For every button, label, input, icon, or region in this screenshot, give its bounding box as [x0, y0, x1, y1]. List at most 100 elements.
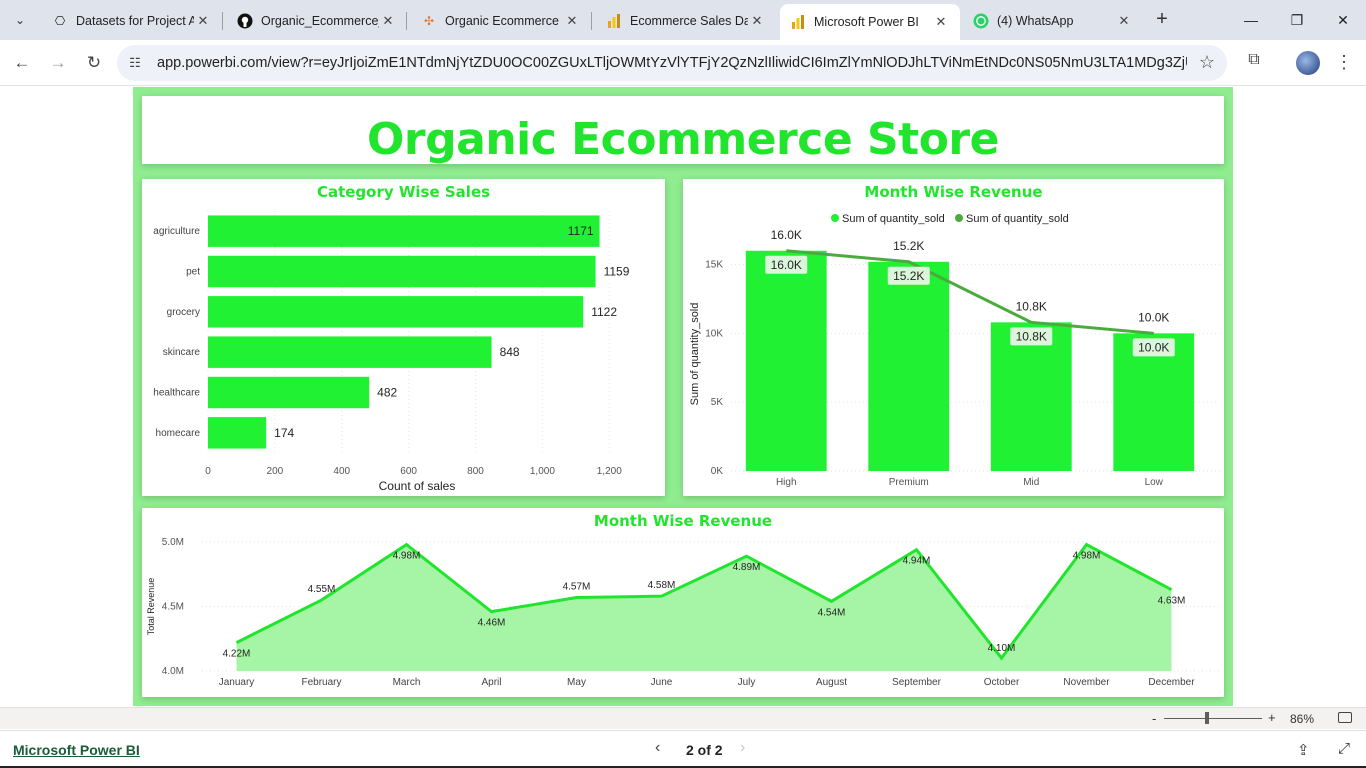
zoom-slider-thumb[interactable]: [1205, 712, 1209, 724]
github-icon: [237, 13, 253, 29]
data-label: 482: [377, 386, 397, 400]
x-tick-label: May: [567, 677, 586, 688]
profile-avatar[interactable]: [1296, 51, 1320, 75]
report-status-bar: - + 86%: [0, 707, 1366, 729]
tab-whatsapp[interactable]: (4) WhatsApp ✕: [963, 6, 1143, 36]
tab-search-button[interactable]: ⌄: [8, 8, 32, 32]
y-tick-label: 5.0M: [162, 537, 184, 548]
close-icon[interactable]: ✕: [1115, 13, 1133, 29]
bookmark-star-icon[interactable]: ☆: [1199, 52, 1215, 73]
tab-label: (4) WhatsApp: [997, 14, 1074, 28]
column: [745, 250, 827, 471]
site-settings-icon[interactable]: ☷: [125, 53, 145, 73]
page-indicator: 2 of 2: [686, 742, 723, 758]
fit-to-page-icon[interactable]: [1338, 712, 1352, 723]
previous-page-button[interactable]: ‹: [655, 739, 660, 757]
data-label: 4.55M: [308, 584, 336, 595]
tab-github[interactable]: Organic_Ecommerce_ ✕: [227, 6, 407, 36]
category-sales-visual[interactable]: Category Wise Sales 0 200 400 600 800 1,000 1,…: [142, 179, 665, 496]
line-data-label: 16.0K: [771, 228, 802, 242]
tableau-icon: ✣: [423, 14, 435, 28]
legend-marker: [831, 214, 839, 222]
report-viewport: Organic Ecommerce Store Category Wise Sa…: [0, 87, 1366, 707]
tab-label: Organic Ecommerce S: [445, 14, 563, 28]
column-data-label: 16.0K: [771, 258, 802, 272]
category-bar-chart[interactable]: 0 200 400 600 800 1,000 1,200 agriculture 1171 pe…: [142, 179, 665, 496]
menu-icon[interactable]: ⋮: [1334, 50, 1354, 74]
x-tick-label: 200: [267, 466, 284, 477]
data-label: 1159: [604, 265, 630, 279]
report-footer: Microsoft Power BI ‹ 2 of 2 › ⇪ ⤢: [0, 730, 1366, 768]
x-tick-label: 600: [400, 466, 417, 477]
quantity-column-chart[interactable]: Sum of quantity_sold Sum of quantity_sold…: [683, 179, 1224, 496]
tab-strip: ⌄ ⎔ Datasets for Project A ✕ Organic_Eco…: [0, 0, 1366, 40]
column-data-label: 15.2K: [893, 269, 924, 283]
x-tick-label: January: [219, 677, 255, 688]
back-button[interactable]: ←: [10, 51, 34, 75]
x-tick-label: November: [1063, 677, 1110, 688]
browser-toolbar: ← → ↻ ☷ app.powerbi.com/view?r=eyJrIjoiZ…: [0, 40, 1366, 86]
legend-label: Sum of quantity_sold: [966, 213, 1069, 225]
column-data-label: 10.0K: [1138, 340, 1169, 354]
close-icon[interactable]: ✕: [932, 14, 950, 30]
series-line: [786, 249, 1154, 335]
minimize-button[interactable]: —: [1236, 8, 1266, 32]
restore-button[interactable]: ❐: [1282, 8, 1312, 32]
next-page-button[interactable]: ›: [740, 739, 745, 757]
x-tick-label: Premium: [889, 477, 929, 488]
month-revenue-area-visual[interactable]: Month Wise Revenue 4.0M 4.5M 5.0M Total Rev…: [142, 508, 1224, 697]
zoom-out-button[interactable]: -: [1152, 711, 1156, 726]
extensions-icon[interactable]: ⧉: [1242, 51, 1266, 75]
visual-title: Category Wise Sales: [316, 183, 491, 201]
data-label: 174: [274, 426, 294, 440]
close-icon[interactable]: ✕: [563, 13, 581, 29]
powerbi-icon: [606, 13, 622, 29]
url-text[interactable]: app.powerbi.com/view?r=eyJrIjoiZmE1NTdmN…: [157, 55, 1187, 71]
bar: [208, 376, 370, 409]
data-label: 4.57M: [563, 581, 591, 592]
data-label: 4.58M: [648, 580, 676, 591]
data-label: 4.98M: [1073, 551, 1101, 562]
forward-button[interactable]: →: [46, 51, 70, 75]
fullscreen-icon[interactable]: ⤢: [1338, 740, 1350, 757]
x-tick-label: High: [776, 477, 797, 488]
x-tick-label: June: [651, 677, 673, 688]
x-axis-title: Count of sales: [379, 479, 456, 493]
tab-datasets[interactable]: ⎔ Datasets for Project A ✕: [42, 6, 222, 36]
whatsapp-icon: [973, 13, 989, 29]
month-revenue-column-visual[interactable]: Month Wise Revenue Sum of quantity_sold S…: [683, 179, 1224, 496]
close-icon[interactable]: ✕: [748, 13, 766, 29]
new-tab-button[interactable]: +: [1150, 8, 1174, 32]
line-data-label: 10.0K: [1138, 310, 1169, 324]
data-label: 1171: [568, 224, 594, 238]
bar: [208, 336, 492, 368]
power-bi-link[interactable]: Microsoft Power BI: [13, 742, 140, 758]
share-icon[interactable]: ⇪: [1297, 741, 1310, 759]
tab-power-bi[interactable]: Microsoft Power BI ✕: [780, 4, 960, 40]
x-tick-label: Mid: [1023, 477, 1039, 488]
title-card: Organic Ecommerce Store: [142, 96, 1224, 165]
x-tick-label: Low: [1145, 477, 1164, 488]
tab-tableau[interactable]: ✣ Organic Ecommerce S ✕: [411, 6, 591, 36]
window-close-button[interactable]: ✕: [1328, 8, 1358, 32]
y-axis-title: Sum of quantity_sold: [689, 303, 701, 406]
zoom-in-button[interactable]: +: [1268, 710, 1276, 725]
visual-title: Month Wise Revenue: [593, 512, 773, 530]
address-bar[interactable]: ☷ app.powerbi.com/view?r=eyJrIjoiZmE1NTd…: [117, 45, 1227, 81]
y-tick-label: 5K: [711, 397, 724, 408]
reload-button[interactable]: ↻: [82, 51, 106, 75]
report-canvas: Organic Ecommerce Store Category Wise Sa…: [133, 87, 1233, 706]
y-tick-label: healthcare: [153, 388, 200, 399]
zoom-slider[interactable]: [1164, 718, 1262, 719]
y-tick-label: 4.0M: [162, 666, 184, 677]
close-icon[interactable]: ✕: [194, 13, 212, 29]
column-data-label: 10.8K: [1016, 329, 1047, 343]
x-tick-label: October: [984, 677, 1020, 688]
y-tick-label: 10K: [705, 328, 723, 339]
close-icon[interactable]: ✕: [379, 13, 397, 29]
tab-ecommerce-sales[interactable]: Ecommerce Sales Dat ✕: [596, 6, 776, 36]
revenue-area-chart[interactable]: 4.0M 4.5M 5.0M Total Revenue January 4.22M Feb…: [142, 508, 1224, 697]
tab-divider: [222, 12, 223, 30]
y-tick-label: 15K: [705, 260, 723, 271]
data-label: 4.10M: [988, 643, 1016, 654]
